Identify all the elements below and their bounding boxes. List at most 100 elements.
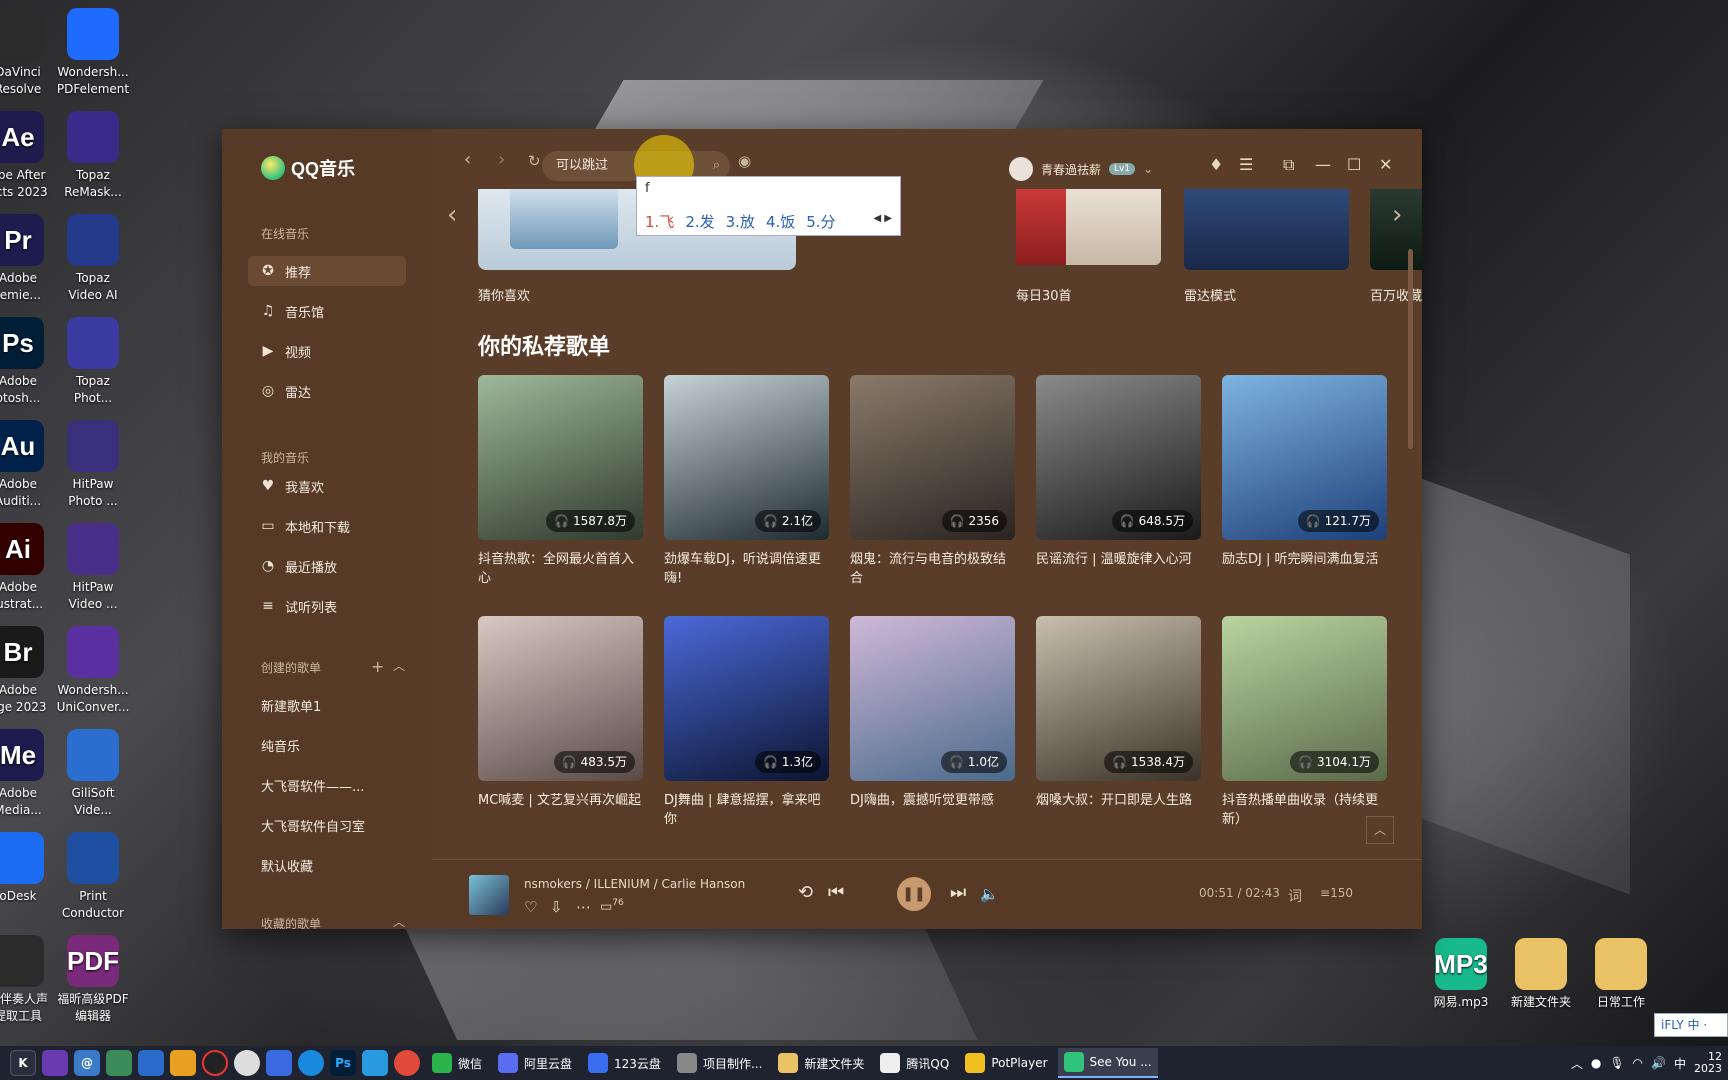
top-card-title[interactable]: 百万收藏 (1370, 285, 1422, 304)
microphone-icon[interactable]: 🎙 (1609, 1056, 1624, 1070)
desktop-icon[interactable]: MP3 网易.mp3 (1415, 938, 1507, 1011)
input-language[interactable]: 中 (1674, 1055, 1686, 1072)
clock[interactable]: 12 2023 (1694, 1051, 1722, 1075)
ime-candidate[interactable]: 3.放 (726, 211, 755, 232)
playlist-card[interactable]: 🎧 2.1亿劲爆车载DJ，听说调倍速更嗨! (664, 375, 829, 588)
playlist-item[interactable]: 纯音乐 (261, 736, 300, 755)
app-icon[interactable]: @ (74, 1050, 100, 1076)
playlist-title[interactable]: 烟嗓大叔：开口即是人生路 (1036, 791, 1201, 829)
app-icon[interactable] (42, 1050, 68, 1076)
volume-icon[interactable]: 🔊 (1651, 1056, 1666, 1070)
playlist-title[interactable]: 民谣流行 | 温暖旋律入心河 (1036, 550, 1201, 588)
tray-expand-icon[interactable]: ︿ (1571, 1055, 1583, 1072)
taskbar-app[interactable]: 项目制作... (671, 1048, 768, 1078)
playlist-cover[interactable]: 🎧 1587.8万 (478, 375, 643, 540)
playlist-cover[interactable]: 🎧 2.1亿 (664, 375, 829, 540)
collapse-icon[interactable]: ︿ (393, 913, 405, 929)
desktop-icon[interactable]: Topaz Video AI (47, 214, 139, 304)
taskbar-app[interactable]: 新建文件夹 (772, 1048, 870, 1078)
playlist-title[interactable]: 励志DJ | 听完瞬间满血复活 (1222, 550, 1387, 588)
desktop-icon[interactable]: Wondersh... UniConver... (47, 626, 139, 716)
playlist-card[interactable]: 🎧 1587.8万抖音热歌：全网最火首首入心 (478, 375, 643, 588)
maximize-icon[interactable]: ☐ (1347, 155, 1361, 174)
refresh-icon[interactable]: ↻ (528, 152, 541, 170)
playlist-item[interactable]: 默认收藏 (261, 856, 313, 875)
playlist-card[interactable]: 🎧 648.5万民谣流行 | 温暖旋律入心河 (1036, 375, 1201, 588)
now-playing-artists[interactable]: nsmokers / ILLENIUM / Carlie Hanson (524, 877, 745, 891)
playlist-title[interactable]: DJ嗨曲，震撼听觉更带感 (850, 791, 1015, 829)
desktop-icon[interactable]: Topaz Phot... (47, 317, 139, 407)
tray-app-icon[interactable]: ● (1591, 1056, 1601, 1070)
back-to-top-button[interactable]: ︿ (1366, 816, 1394, 844)
record-icon[interactable] (202, 1050, 228, 1076)
playlist-title[interactable]: 劲爆车载DJ，听说调倍速更嗨! (664, 550, 829, 588)
sidebar-item[interactable]: ✪ 推荐 (248, 256, 406, 286)
playlist-item[interactable]: 新建歌单1 (261, 696, 321, 715)
desktop-icon[interactable]: HitPaw Photo ... (47, 420, 139, 510)
now-playing-cover[interactable] (469, 875, 509, 915)
playlist-card[interactable]: 🎧 1538.4万烟嗓大叔：开口即是人生路 (1036, 616, 1201, 829)
app-icon[interactable] (234, 1050, 260, 1076)
like-icon[interactable]: ♡ (524, 898, 537, 916)
desktop-icon[interactable]: PDF 福昕高级PDF 编辑器 (47, 935, 139, 1025)
taskbar-app[interactable]: 123云盘 (582, 1048, 667, 1078)
desktop-icon[interactable]: 新建文件夹 (1495, 938, 1587, 1011)
edge-icon[interactable] (298, 1050, 324, 1076)
loop-icon[interactable]: ⟲ (798, 882, 813, 903)
cloud-icon[interactable] (266, 1050, 292, 1076)
ime-candidate[interactable]: 4.饭 (766, 211, 795, 232)
desktop-icon[interactable]: GiliSoft Vide... (47, 729, 139, 819)
download-icon[interactable]: ⇩ (550, 898, 563, 916)
user-name[interactable]: 青春過祛薪 (1041, 161, 1101, 178)
comment-icon[interactable]: ▭76 (600, 898, 624, 914)
playlist-cover[interactable]: 🎧 648.5万 (1036, 375, 1201, 540)
carousel-prev-icon[interactable]: ‹ (447, 200, 457, 230)
ime-page-arrows-icon[interactable]: ◀ ▶ (873, 213, 892, 224)
playlist-title[interactable]: DJ舞曲 | 肆意摇摆，拿来吧你 (664, 791, 829, 829)
app-icon[interactable] (106, 1050, 132, 1076)
playlist-cover[interactable]: 🎧 1538.4万 (1036, 616, 1201, 781)
playlist-card[interactable]: 🎧 1.3亿 DJ舞曲 | 肆意摇摆，拿来吧你 (664, 616, 829, 829)
desktop-icon[interactable]: Wondersh... PDFelement (47, 8, 139, 98)
previous-icon[interactable]: ⏮ (828, 882, 844, 903)
top-card-title[interactable]: 猜你喜欢 (478, 285, 530, 304)
desktop-icon[interactable]: Topaz ReMask... (47, 111, 139, 201)
close-icon[interactable]: ✕ (1379, 155, 1392, 174)
playlist-item[interactable]: 大飞哥软件——... (261, 776, 364, 795)
playlist-cover[interactable]: 🎧 2356 (850, 375, 1015, 540)
queue-button[interactable]: ≡150 (1320, 886, 1353, 900)
sidebar-item[interactable]: ▶ 视频 (248, 336, 406, 366)
ime-status-bar[interactable]: iFLY 中 · (1654, 1013, 1728, 1037)
photoshop-icon[interactable]: Ps (330, 1050, 356, 1076)
taskbar-app[interactable]: 阿里云盘 (492, 1048, 578, 1078)
add-playlist-icon[interactable]: + (371, 657, 384, 676)
mini-mode-icon[interactable]: ⧉ (1283, 155, 1294, 175)
playlist-title[interactable]: 抖音热歌：全网最火首首入心 (478, 550, 643, 588)
back-icon[interactable]: ‹ (464, 149, 471, 170)
carousel-next-icon[interactable]: › (1392, 200, 1402, 230)
app-icon[interactable] (362, 1050, 388, 1076)
menu-icon[interactable]: ☰ (1239, 155, 1253, 174)
playlist-cover[interactable]: 🎧 3104.1万 (1222, 616, 1387, 781)
playlist-item[interactable]: 大飞哥软件自习室 (261, 816, 365, 835)
desktop-icon[interactable]: HitPaw Video ... (47, 523, 139, 613)
skin-icon[interactable]: ♦ (1209, 155, 1223, 174)
playlist-title[interactable]: MC喊麦 | 文艺复兴再次崛起 (478, 791, 643, 829)
sidebar-item[interactable]: ◔ 最近播放 (248, 551, 406, 581)
desktop-icon[interactable]: 日常工作 (1575, 938, 1667, 1011)
pause-button[interactable]: ❚❚ (897, 877, 931, 911)
playlist-title[interactable]: 抖音热播单曲收录（持续更新） (1222, 791, 1387, 829)
radar-mode-card[interactable] (1184, 189, 1349, 270)
playlist-card[interactable]: 🎧 1.0亿 DJ嗨曲，震撼听觉更带感 (850, 616, 1015, 829)
playlist-card[interactable]: 🎧 2356 烟鬼：流行与电音的极致结合 (850, 375, 1015, 588)
volume-icon[interactable]: 🔈 (980, 885, 999, 903)
playlist-cover[interactable]: 🎧 1.0亿 (850, 616, 1015, 781)
desktop-icon[interactable]: Print Conductor (47, 832, 139, 922)
playlist-cover[interactable]: 🎧 121.7万 (1222, 375, 1387, 540)
more-icon[interactable]: ⋯ (576, 898, 591, 916)
start-icon[interactable]: K (10, 1050, 36, 1076)
app-icon[interactable] (138, 1050, 164, 1076)
wifi-icon[interactable]: ◠ (1633, 1056, 1643, 1070)
level-badge[interactable]: Lv1 (1109, 163, 1136, 175)
playlist-cover[interactable]: 🎧 1.3亿 (664, 616, 829, 781)
